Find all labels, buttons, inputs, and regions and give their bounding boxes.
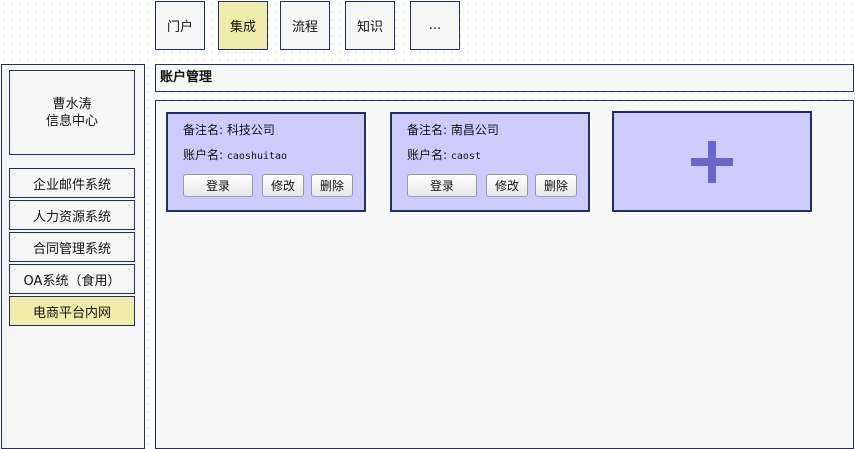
account-value: caost: [450, 151, 481, 162]
delete-button[interactable]: 删除: [311, 174, 353, 197]
sidebar-item-hr-system[interactable]: 人力资源系统: [9, 200, 135, 230]
delete-button[interactable]: 删除: [535, 174, 577, 197]
page-title: 账户管理: [155, 64, 854, 92]
user-name: 曹水涛: [52, 96, 92, 112]
login-button[interactable]: 登录: [407, 174, 477, 197]
login-button[interactable]: 登录: [183, 174, 253, 197]
remark-label: 备注名:: [183, 123, 224, 137]
account-row: 账户名: caoshuitao: [183, 146, 287, 163]
remark-value: 科技公司: [226, 123, 275, 137]
sidebar-item-ecommerce-intranet[interactable]: 电商平台内网: [9, 296, 135, 326]
tab-portal[interactable]: 门户: [155, 1, 205, 50]
account-value: caoshuitao: [226, 151, 288, 162]
remark-value: 南昌公司: [450, 123, 499, 137]
account-label: 账户名:: [183, 148, 224, 162]
plus-icon: [691, 140, 733, 183]
sidebar-item-oa-system[interactable]: OA系统（食用）: [9, 264, 135, 294]
account-label: 账户名:: [407, 148, 448, 162]
remark-row: 备注名: 科技公司: [183, 121, 275, 138]
account-row: 账户名: caost: [407, 146, 481, 163]
tab-integration[interactable]: 集成: [218, 1, 268, 50]
remark-row: 备注名: 南昌公司: [407, 121, 499, 138]
edit-button[interactable]: 修改: [486, 174, 528, 197]
user-department: 信息中心: [45, 113, 98, 129]
add-account-button[interactable]: [612, 111, 812, 212]
account-card: 备注名: 科技公司 账户名: caoshuitao 登录 修改 删除: [166, 112, 366, 212]
remark-label: 备注名:: [407, 123, 448, 137]
tab-more[interactable]: ...: [410, 1, 460, 50]
edit-button[interactable]: 修改: [262, 174, 304, 197]
sidebar-item-contract-system[interactable]: 合同管理系统: [9, 232, 135, 262]
user-info-box: 曹水涛 信息中心: [9, 70, 135, 155]
tab-process[interactable]: 流程: [280, 1, 330, 50]
tab-knowledge[interactable]: 知识: [345, 1, 395, 50]
account-card: 备注名: 南昌公司 账户名: caost 登录 修改 删除: [390, 112, 590, 212]
sidebar-item-email-system[interactable]: 企业邮件系统: [9, 168, 135, 198]
